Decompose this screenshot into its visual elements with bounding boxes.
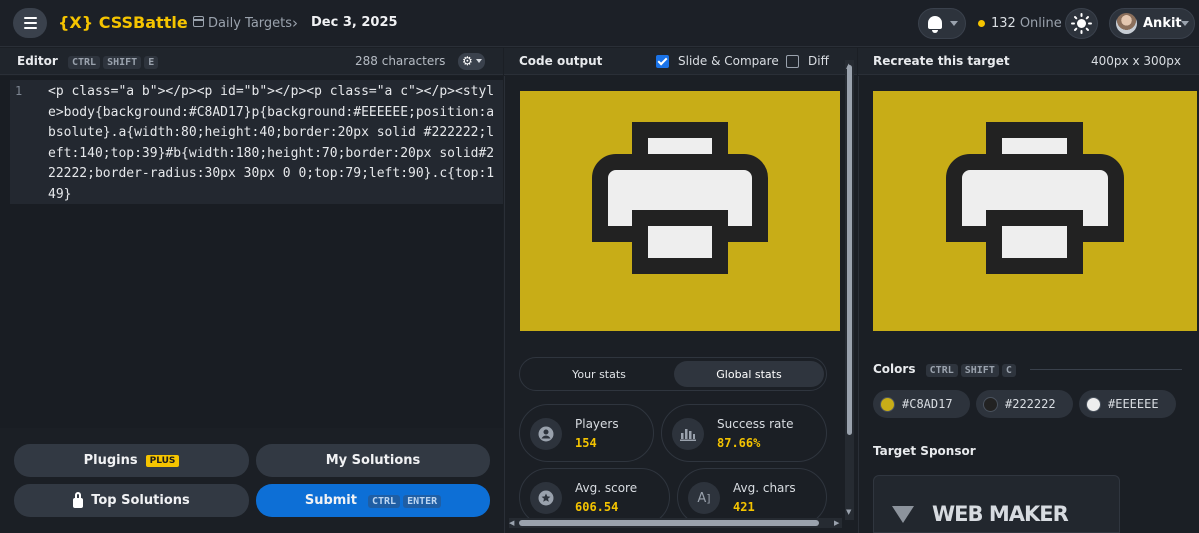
user-icon: [530, 418, 562, 450]
sponsor-card[interactable]: WEB MAKER: [873, 475, 1120, 533]
sun-icon: [1071, 13, 1092, 34]
color-swatch: [1086, 396, 1101, 412]
diff-checkbox[interactable]: [786, 55, 799, 68]
calendar-icon: [193, 16, 204, 27]
breadcrumb-date: Dec 3, 2025: [311, 15, 398, 30]
target-size: 400px x 300px: [1091, 54, 1181, 68]
caret-down-icon: [476, 59, 482, 63]
web-maker-logo-icon: [892, 506, 914, 523]
color-chip-dark[interactable]: #222222: [976, 390, 1073, 418]
target-canvas[interactable]: [873, 91, 1197, 331]
horizontal-scrollbar-thumb[interactable]: [519, 520, 819, 526]
colors-divider: [1030, 369, 1182, 370]
stat-players: Players 154: [519, 404, 654, 462]
target-title: Recreate this target: [873, 54, 1010, 68]
breadcrumb-daily-targets[interactable]: Daily Targets: [208, 16, 292, 31]
bell-icon: [928, 16, 942, 33]
gear-icon: ⚙: [462, 54, 473, 68]
color-chip-light[interactable]: #EEEEEE: [1079, 390, 1176, 418]
chevron-right-icon: ›: [292, 14, 298, 32]
theme-toggle-button[interactable]: [1065, 8, 1098, 39]
color-swatch: [880, 396, 895, 412]
color-swatch: [983, 396, 998, 412]
online-count: 132: [991, 16, 1016, 31]
user-menu-button[interactable]: Ankit: [1109, 8, 1195, 39]
diff-label[interactable]: Diff: [808, 54, 829, 68]
shortcut-key: C: [1001, 364, 1016, 377]
caret-down-icon: [950, 21, 958, 26]
character-count: 288 characters: [355, 54, 446, 68]
sponsor-name: WEB MAKER: [932, 502, 1069, 526]
online-dot-icon: [978, 20, 985, 27]
stat-value: 421: [733, 500, 755, 514]
menu-button[interactable]: [13, 8, 47, 38]
colors-title: Colors CTRL SHIFT C: [873, 362, 1016, 377]
plugins-label: Plugins: [83, 453, 138, 468]
shortcut-key: CTRL: [68, 56, 101, 69]
bar-chart-icon: [672, 418, 704, 450]
shortcut-key: CTRL: [925, 364, 958, 377]
scroll-left-arrow-icon[interactable]: ◀: [509, 519, 514, 527]
my-solutions-button[interactable]: My Solutions: [256, 444, 490, 477]
notifications-button[interactable]: [918, 8, 966, 39]
color-hex: #222222: [1005, 397, 1056, 411]
top-bar: {X} CSSBattle Daily Targets › Dec 3, 202…: [0, 0, 1199, 47]
online-label: Online: [1019, 16, 1062, 31]
stat-label: Players: [575, 417, 619, 431]
scroll-up-arrow-icon[interactable]: ▲: [846, 62, 851, 70]
plus-badge: PLUS: [145, 454, 180, 467]
output-canvas[interactable]: [520, 91, 840, 331]
stat-success-rate: Success rate 87.66%: [661, 404, 827, 462]
scroll-down-arrow-icon[interactable]: ▼: [846, 508, 851, 516]
sponsor-title: Target Sponsor: [873, 444, 976, 458]
editor-header: Editor CTRL SHIFT E 288 characters ⚙: [0, 48, 503, 75]
tab-global-stats[interactable]: Global stats: [674, 361, 824, 387]
submit-label: Submit: [304, 493, 357, 508]
avatar: [1116, 13, 1137, 34]
text-size-icon: A]: [688, 482, 720, 514]
stat-value: 87.66%: [717, 436, 761, 450]
tab-your-stats[interactable]: Your stats: [523, 361, 675, 387]
scroll-right-arrow-icon[interactable]: ▶: [834, 519, 839, 527]
app-logo[interactable]: {X} CSSBattle: [58, 13, 188, 32]
color-hex: #C8AD17: [902, 397, 953, 411]
printer-tray-shape: [632, 210, 728, 274]
printer-tray-shape: [986, 210, 1083, 274]
user-name: Ankit: [1143, 16, 1182, 31]
shortcut-key: CTRL: [367, 495, 401, 508]
plugins-button[interactable]: Plugins PLUS: [14, 444, 249, 477]
shortcut-key: SHIFT: [960, 364, 999, 377]
stat-label: Avg. chars: [733, 481, 796, 495]
stat-label: Success rate: [717, 417, 794, 431]
stat-value: 154: [575, 436, 597, 450]
color-chip-yellow[interactable]: #C8AD17: [873, 390, 970, 418]
caret-down-icon: [1181, 21, 1189, 26]
star-icon: [530, 482, 562, 514]
editor-settings-button[interactable]: ⚙: [458, 53, 485, 70]
vertical-scrollbar-thumb[interactable]: [847, 65, 852, 435]
target-header: Recreate this target 400px x 300px: [858, 48, 1199, 75]
shortcut-key: SHIFT: [103, 56, 142, 69]
slide-compare-checkbox[interactable]: [656, 55, 669, 68]
editor-title: Editor CTRL SHIFT E: [17, 54, 159, 69]
top-solutions-button[interactable]: Top Solutions: [14, 484, 249, 517]
hamburger-icon: [23, 17, 37, 19]
stat-value: 606.54: [575, 500, 619, 514]
output-title: Code output: [519, 54, 603, 68]
line-number: 1: [15, 84, 23, 98]
stats-tabs: Your stats Global stats: [519, 357, 827, 391]
shortcut-key: E: [144, 56, 159, 69]
submit-button[interactable]: Submit CTRL ENTER: [256, 484, 490, 517]
color-hex: #EEEEEE: [1108, 397, 1159, 411]
online-indicator: 132 Online: [978, 16, 1062, 31]
top-solutions-label: Top Solutions: [91, 493, 190, 508]
shortcut-key: ENTER: [403, 495, 442, 508]
my-solutions-label: My Solutions: [325, 453, 421, 468]
stat-label: Avg. score: [575, 481, 638, 495]
code-text[interactable]: <p class="a b"></p><p id="b"></p><p clas…: [48, 82, 500, 205]
slide-compare-label[interactable]: Slide & Compare: [678, 54, 779, 68]
lock-icon: [73, 491, 84, 508]
